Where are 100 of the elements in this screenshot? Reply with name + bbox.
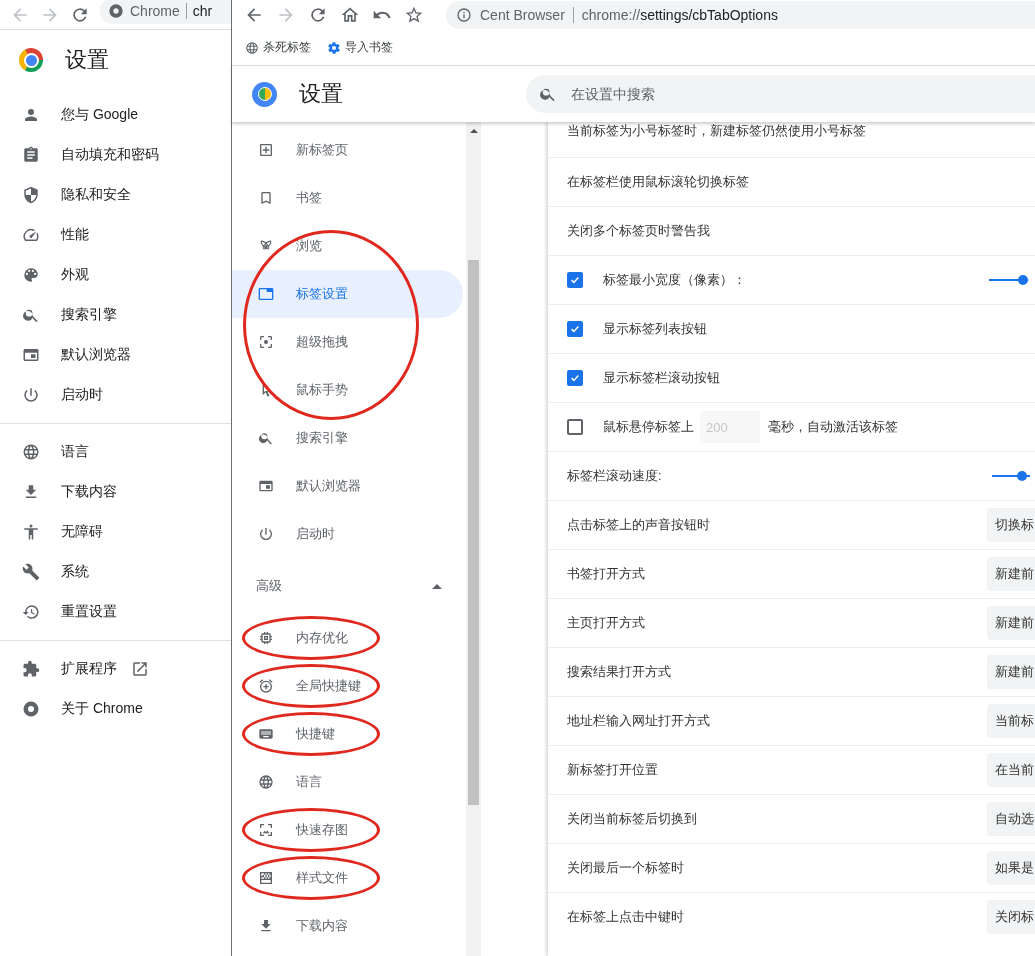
sidebar-item[interactable]: 全局快捷键 [232, 662, 463, 710]
globe-icon [258, 774, 274, 790]
keyboard-icon [258, 726, 274, 742]
sidebar-item[interactable]: 超级拖拽 [232, 318, 463, 366]
circle-logo-icon [108, 2, 124, 19]
setting-label: 关闭当前标签后切换到 [567, 810, 697, 828]
setting-label: 书签打开方式 [567, 565, 645, 583]
sidebar-item[interactable]: 标签设置 [232, 270, 463, 318]
nav-item[interactable]: 无障碍 [0, 512, 231, 552]
chip-icon [258, 630, 274, 646]
checkbox[interactable] [567, 370, 583, 386]
checker-pattern-icon [258, 870, 274, 886]
star-icon[interactable] [404, 5, 424, 25]
palette-icon [22, 266, 40, 284]
search-field[interactable]: 在设置中搜索 [526, 75, 1035, 113]
nav-item[interactable]: 语言 [0, 432, 231, 472]
scrollbar[interactable] [466, 122, 481, 956]
dropdown[interactable]: 在当前 [987, 753, 1035, 787]
setting-label: 显示标签列表按钮 [603, 320, 707, 338]
nav-item[interactable]: 扩展程序 [0, 649, 231, 689]
setting-label: 标签最小宽度（像素）： [603, 271, 746, 289]
address-bar[interactable]: Chrome chr [100, 0, 231, 24]
setting-label: 在标签上点击中键时 [567, 908, 684, 926]
nav-item[interactable]: 下载内容 [0, 472, 231, 512]
setting-label: 关闭多个标签页时警告我 [567, 222, 710, 240]
address-bar[interactable]: Cent Browser chrome://settings/cbTabOptions [446, 1, 1035, 29]
sidebar-item[interactable]: 鼠标手势 [232, 366, 463, 414]
setting-label: 标签栏滚动速度: [567, 467, 662, 485]
browser-window-icon [258, 478, 274, 494]
sidebar-item[interactable]: 下载内容 [232, 902, 463, 950]
puzzle-icon [22, 660, 40, 678]
browser-window-icon [22, 346, 40, 364]
nav-item[interactable]: 隐私和安全 [0, 175, 231, 215]
sidebar-item[interactable]: 样式文件 [232, 854, 463, 902]
nav-item[interactable]: 性能 [0, 215, 231, 255]
nav-item[interactable]: 重置设置 [0, 592, 231, 632]
bookmark-icon [258, 190, 274, 206]
browser-logo-icon [19, 48, 43, 72]
scroll-up-arrow-icon[interactable] [469, 129, 478, 133]
dropdown[interactable]: 关闭标 [987, 900, 1035, 934]
wrench-icon [22, 563, 40, 581]
sidebar-item[interactable]: 快捷键 [232, 710, 463, 758]
slider-thumb[interactable] [1017, 471, 1027, 481]
checkmark-icon [569, 274, 581, 286]
setting-label: 主页打开方式 [567, 614, 645, 632]
setting-label: 关闭最后一个标签时 [567, 859, 684, 877]
power-icon [22, 386, 40, 404]
checkbox[interactable] [567, 272, 583, 288]
nav-item[interactable]: 您与 Google [0, 95, 231, 135]
bookmark-item[interactable]: 杀死标签 [245, 39, 311, 56]
image-frame-icon [258, 822, 274, 838]
sidebar-item[interactable]: 内存优化 [232, 614, 463, 662]
alarm-plus-icon [258, 678, 274, 694]
download-icon [258, 918, 274, 934]
setting-label: 搜索结果打开方式 [567, 663, 671, 681]
sidebar-item[interactable]: 默认浏览器 [232, 462, 463, 510]
setting-label: 点击标签上的声音按钮时 [567, 516, 710, 534]
gear-icon [327, 40, 341, 55]
bookmark-item[interactable]: 导入书签 [327, 39, 393, 56]
info-icon [456, 7, 472, 23]
focus-frame-icon [258, 334, 274, 350]
power-icon [258, 526, 274, 542]
dropdown[interactable]: 自动选 [987, 802, 1035, 836]
nav-item[interactable]: 关于 Chrome [0, 689, 231, 729]
scrollbar-thumb[interactable] [468, 260, 479, 805]
page-title: 设置 [65, 46, 109, 74]
nav-item[interactable]: 系统 [0, 552, 231, 592]
checkbox[interactable] [567, 419, 583, 435]
dropdown[interactable]: 如果是 [987, 851, 1035, 885]
dropdown[interactable]: 新建前 [987, 606, 1035, 640]
nav-item[interactable]: 搜索引擎 [0, 295, 231, 335]
home-icon[interactable] [340, 5, 360, 25]
setting-label: 鼠标悬停标签上 [603, 418, 694, 436]
dropdown[interactable]: 新建前 [987, 557, 1035, 591]
reload-icon[interactable] [308, 5, 328, 25]
nav-item[interactable]: 自动填充和密码 [0, 135, 231, 175]
sidebar-item[interactable]: 新标签页 [232, 126, 463, 174]
nav-item[interactable]: 启动时 [0, 375, 231, 415]
sidebar-item[interactable]: 启动时 [232, 510, 463, 558]
nav-item[interactable]: 默认浏览器 [0, 335, 231, 375]
slider-thumb[interactable] [1018, 275, 1028, 285]
sidebar-item[interactable]: 书签 [232, 174, 463, 222]
search-icon [258, 430, 274, 446]
caret-icon [432, 583, 442, 589]
checkmark-icon [569, 323, 581, 335]
tab-window-icon [258, 286, 274, 302]
nav-item[interactable]: 外观 [0, 255, 231, 295]
checkbox[interactable] [567, 321, 583, 337]
sidebar-item[interactable]: 快速存图 [232, 806, 463, 854]
clipboard-icon [22, 146, 40, 164]
advanced-section-toggle[interactable]: 高级 [232, 558, 466, 614]
setting-label: 毫秒，自动激活该标签 [768, 418, 898, 436]
sidebar-item[interactable]: 搜索引擎 [232, 414, 463, 462]
sidebar-item[interactable]: 浏览 [232, 222, 463, 270]
checkmark-icon [569, 372, 581, 384]
sidebar-item[interactable]: 语言 [232, 758, 463, 806]
dropdown[interactable]: 切换标 [987, 508, 1035, 542]
dropdown[interactable]: 新建前 [987, 655, 1035, 689]
setting-label: 显示标签栏滚动按钮 [603, 369, 720, 387]
dropdown[interactable]: 当前标 [987, 704, 1035, 738]
